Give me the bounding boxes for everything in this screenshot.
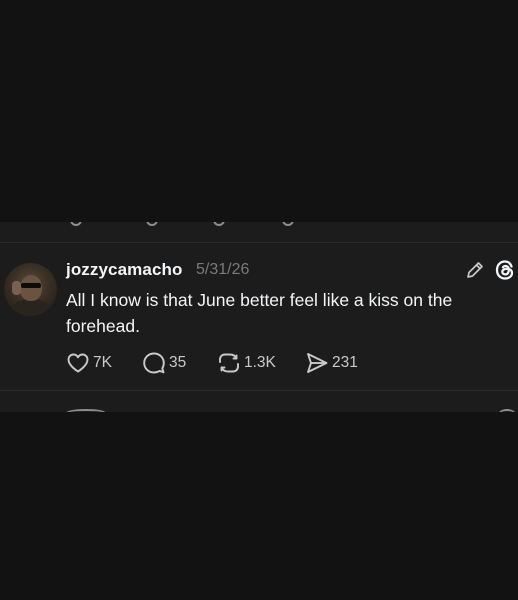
previous-post-actions-peek — [0, 222, 518, 242]
post[interactable]: jozzycamacho 5/31/26 All I know is that … — [0, 243, 518, 391]
next-post-peek — [0, 409, 518, 412]
previous-post-share-icon — [282, 222, 294, 226]
repost-icon — [219, 353, 239, 373]
screen: jozzycamacho 5/31/26 All I know is that … — [0, 0, 518, 600]
post-text: All I know is that June better feel like… — [66, 290, 453, 336]
post-date: 5/31/26 — [196, 261, 250, 278]
share-count: 231 — [332, 354, 358, 371]
repost-count: 1.3K — [244, 354, 276, 371]
next-post-username-peek — [66, 409, 106, 412]
send-icon — [307, 353, 328, 373]
next-post-threads-icon-peek — [498, 409, 516, 412]
avatar-sunglasses — [21, 283, 41, 288]
heart-icon — [67, 353, 89, 373]
previous-post-repost-icon — [213, 222, 225, 226]
avatar-face — [20, 275, 42, 301]
edit-pencil-icon[interactable] — [465, 260, 485, 280]
reply-count: 35 — [169, 354, 187, 371]
username[interactable]: jozzycamacho — [66, 260, 182, 280]
previous-post-like-icon — [70, 222, 82, 226]
avatar[interactable] — [4, 263, 57, 316]
avatar-body — [10, 299, 52, 316]
comment-bubble-icon — [143, 352, 165, 374]
like-count: 7K — [93, 354, 112, 371]
divider-bottom — [0, 390, 518, 391]
previous-post-reply-icon — [146, 222, 158, 226]
avatar-hand — [12, 281, 21, 295]
threads-logo-icon[interactable] — [494, 259, 516, 281]
feed-card: jozzycamacho 5/31/26 All I know is that … — [0, 222, 518, 412]
